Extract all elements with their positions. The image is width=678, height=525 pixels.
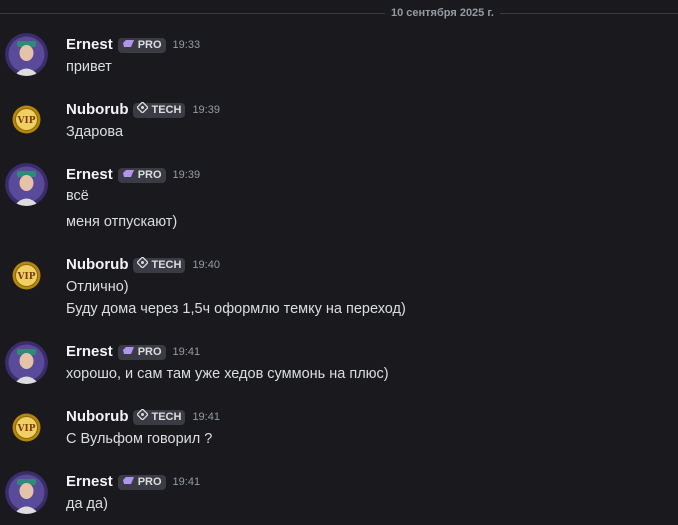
message-text: Буду дома через 1,5ч оформлю темку на пе… [66, 301, 406, 317]
username[interactable]: Ernest [66, 166, 113, 184]
avatar[interactable]: VIP [5, 254, 48, 297]
timestamp[interactable]: 19:39 [192, 101, 220, 119]
pro-tag[interactable]: PRO [117, 37, 166, 53]
svg-text:VIP: VIP [17, 116, 36, 126]
timestamp[interactable]: 19:39 [173, 166, 201, 184]
username[interactable]: Nuborub [66, 256, 128, 274]
pro-gem-icon [122, 475, 135, 490]
username[interactable]: Ernest [66, 473, 113, 491]
username[interactable]: Nuborub [66, 101, 128, 119]
avatar-vip-coin-icon: VIP [5, 406, 48, 449]
pro-tag[interactable]: PRO [117, 474, 166, 490]
chat-message-list[interactable]: 10 сентября 2025 г. Ernest PRO 19:33 при… [0, 0, 678, 525]
message-text: Здарова [66, 124, 124, 140]
timestamp[interactable]: 19:41 [192, 408, 220, 426]
username[interactable]: Ernest [66, 343, 113, 361]
avatar[interactable]: VIP [5, 98, 48, 141]
avatar-vip-coin-icon: VIP [5, 98, 48, 141]
date-divider [0, 13, 678, 14]
pro-gem-icon [122, 168, 135, 183]
username[interactable]: Ernest [66, 36, 113, 54]
username[interactable]: Nuborub [66, 408, 128, 426]
message-text: всё [66, 188, 89, 204]
timestamp[interactable]: 19:40 [192, 256, 220, 274]
tech-diamond-icon [136, 101, 150, 118]
avatar[interactable] [5, 33, 48, 76]
timestamp[interactable]: 19:33 [173, 36, 201, 54]
timestamp[interactable]: 19:41 [173, 343, 201, 361]
message-text: Отлично) [66, 279, 129, 295]
svg-text:VIP: VIP [17, 424, 36, 434]
message-text: хорошо, и сам там уже хедов суммонь на п… [66, 366, 389, 382]
tech-diamond-icon [136, 408, 150, 425]
tech-tag[interactable]: TECH [133, 256, 186, 273]
avatar-ernest-icon [5, 471, 48, 514]
tech-tag[interactable]: TECH [133, 101, 186, 118]
pro-tag[interactable]: PRO [117, 167, 166, 183]
avatar[interactable] [5, 471, 48, 514]
avatar-ernest-icon [5, 33, 48, 76]
pro-gem-icon [122, 345, 135, 360]
message-text: С Вульфом говорил ? [66, 431, 213, 447]
pro-tag[interactable]: PRO [117, 344, 166, 360]
timestamp[interactable]: 19:41 [173, 473, 201, 491]
message-text: привет [66, 59, 112, 75]
avatar[interactable] [5, 163, 48, 206]
avatar-ernest-icon [5, 341, 48, 384]
svg-text:VIP: VIP [17, 272, 36, 282]
message-text: да да) [66, 496, 108, 512]
avatar[interactable]: VIP [5, 406, 48, 449]
avatar-ernest-icon [5, 163, 48, 206]
pro-gem-icon [122, 38, 135, 53]
avatar-vip-coin-icon: VIP [5, 254, 48, 297]
date-divider-label: 10 сентября 2025 г. [385, 6, 500, 20]
tech-diamond-icon [136, 256, 150, 273]
tech-tag[interactable]: TECH [133, 408, 186, 425]
avatar[interactable] [5, 341, 48, 384]
message-text: меня отпускают) [66, 214, 178, 230]
